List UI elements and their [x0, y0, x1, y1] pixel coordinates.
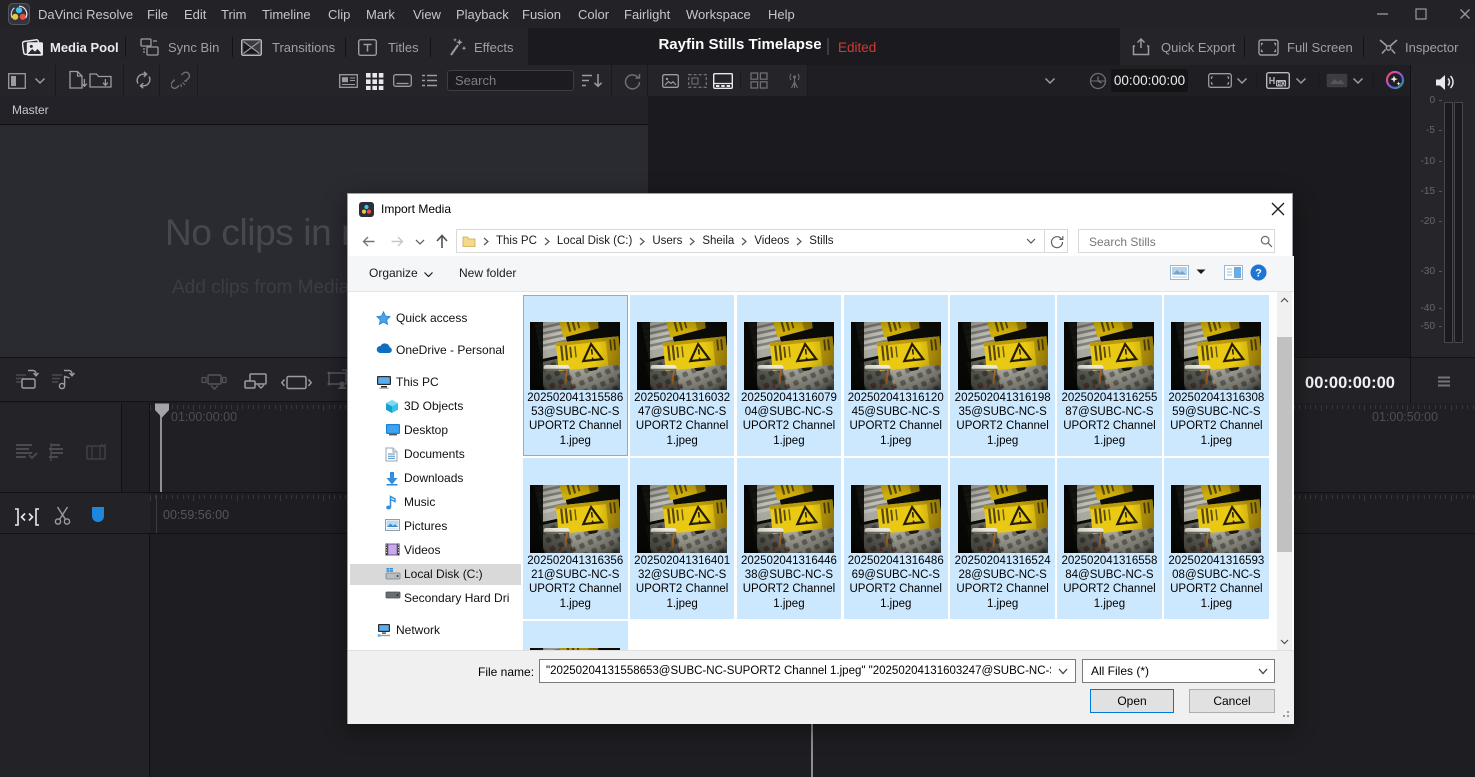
svg-text:?: ?	[1255, 268, 1262, 280]
svg-text:HQ: HQ	[1277, 81, 1286, 87]
